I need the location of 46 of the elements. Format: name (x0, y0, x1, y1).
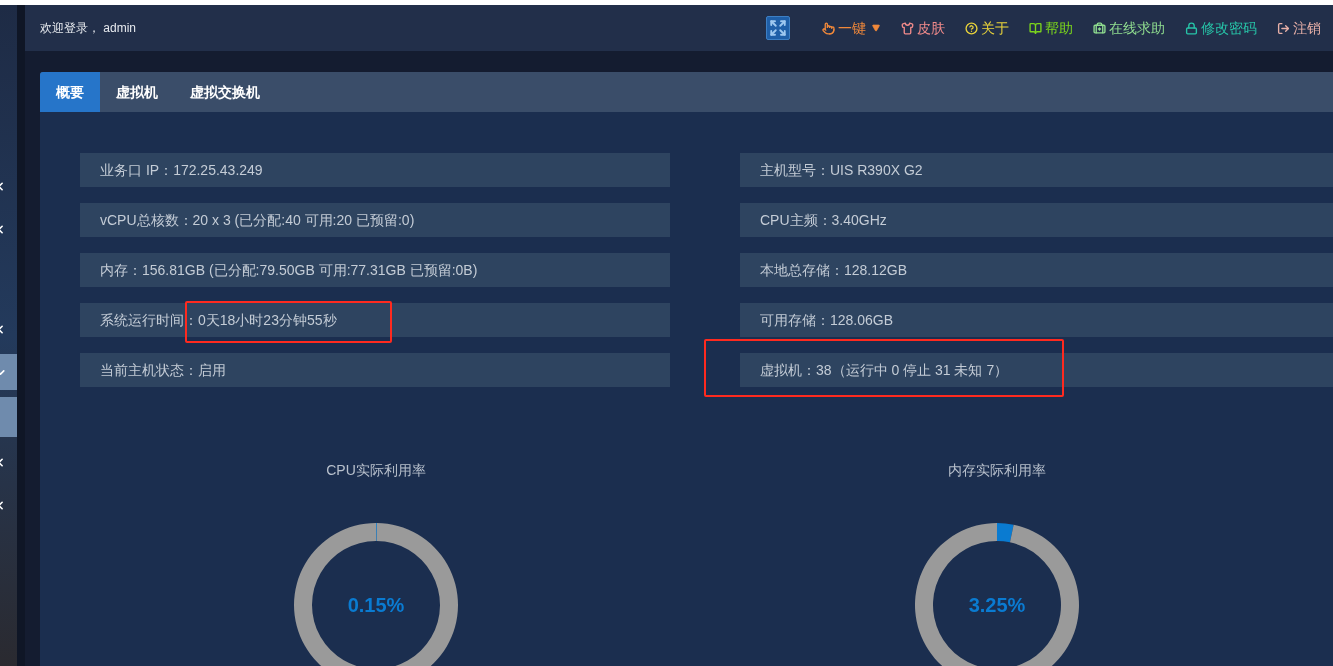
info-value: 20 x 3 (已分配:40 可用:20 已预留:0) (192, 210, 415, 230)
caret-icon (871, 24, 881, 32)
gauge-reading: 0.15% (347, 593, 405, 618)
expand-icon (769, 19, 787, 37)
info-value: 启用 (198, 360, 226, 380)
shirt-icon (901, 21, 914, 35)
info-label: 内存： (100, 260, 142, 280)
medical-kit-icon (1093, 21, 1106, 35)
info-label: 当前主机状态： (100, 360, 198, 380)
info-value: 128.12GB (844, 260, 908, 280)
tab[interactable]: 虚拟机 (100, 72, 174, 112)
pointing-hand-icon (822, 21, 835, 35)
info-value: UIS R390X G2 (830, 160, 923, 180)
tab[interactable]: 概要 (40, 72, 100, 112)
info-label: 主机型号： (760, 160, 830, 180)
info-value: 38（运行中 0 停止 31 未知 7） (816, 360, 1009, 380)
sidebar-item[interactable] (0, 354, 17, 390)
fullscreen-button[interactable] (766, 16, 790, 40)
book-icon (1029, 21, 1042, 35)
lock-icon (1185, 21, 1198, 35)
tab[interactable]: 虚拟交换机 (174, 72, 276, 112)
info-label: 虚拟机： (760, 360, 816, 380)
header-link[interactable]: 注销 (1277, 17, 1321, 39)
logout-icon (1277, 21, 1290, 35)
gauge-title: 内存实际利用率 (948, 461, 1046, 480)
welcome-text: 欢迎登录， admin (40, 20, 137, 37)
info-label: 本地总存储： (760, 260, 844, 280)
info-value: 0天18小时23分钟55秒 (198, 310, 337, 330)
info-value: 128.06GB (830, 310, 894, 330)
info-label: vCPU总核数： (100, 210, 193, 230)
header-link[interactable]: 修改密码 (1185, 17, 1257, 39)
info-label: CPU主频： (760, 210, 832, 230)
header-link[interactable]: 在线求助 (1093, 17, 1165, 39)
header-link[interactable]: 帮助 (1029, 17, 1073, 39)
header-link[interactable]: 关于 (965, 17, 1009, 39)
info-label: 业务口 IP： (100, 160, 174, 180)
info-label: 系统运行时间： (100, 310, 198, 330)
gauge-title: CPU实际利用率 (326, 461, 426, 480)
info-value: 156.81GB (已分配:79.50GB 可用:77.31GB 已预留:0B) (142, 260, 478, 280)
header-link[interactable]: 一键 (822, 17, 881, 39)
info-label: 可用存储： (760, 310, 830, 330)
info-value: 3.40GHz (831, 210, 887, 230)
info-value: 172.25.43.249 (173, 160, 263, 180)
gauge-reading: 3.25% (968, 593, 1026, 618)
header-link[interactable]: 皮肤 (901, 17, 945, 39)
help-icon (965, 21, 978, 35)
